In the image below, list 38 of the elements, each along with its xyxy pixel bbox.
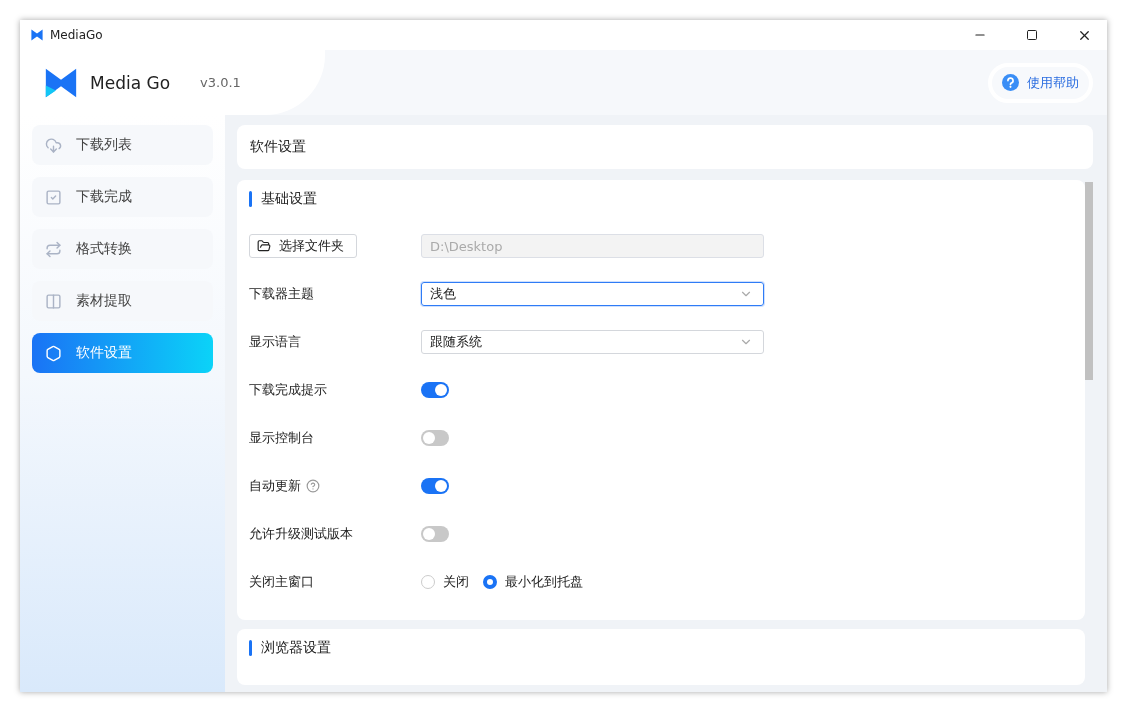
sidebar-item[interactable]: 下载完成 xyxy=(32,177,213,217)
section-title: 基础设置 xyxy=(261,190,317,208)
radio-option[interactable]: 最小化到托盘 xyxy=(483,573,583,591)
toggle-switch[interactable] xyxy=(421,382,449,398)
toggle-switch[interactable] xyxy=(421,478,449,494)
dropdown[interactable]: 浅色 xyxy=(421,282,764,306)
sidebar-icon xyxy=(45,136,62,154)
sidebar-icon xyxy=(45,188,62,206)
setting-label: 关闭主窗口 xyxy=(249,573,314,591)
folder-icon xyxy=(257,239,271,253)
toggle-switch[interactable] xyxy=(421,430,449,446)
toggle-switch[interactable] xyxy=(421,526,449,542)
page-title: 软件设置 xyxy=(237,125,1093,169)
help-button[interactable]: 使用帮助 xyxy=(988,62,1093,103)
setting-label: 下载完成提示 xyxy=(249,381,327,399)
app-logo-icon xyxy=(30,28,44,42)
scrollbar-thumb[interactable] xyxy=(1085,182,1093,380)
setting-label: 显示控制台 xyxy=(249,429,314,447)
sidebar-icon xyxy=(45,240,62,258)
radio-option[interactable]: 关闭 xyxy=(421,573,469,591)
radio-button[interactable] xyxy=(421,575,435,589)
window-title: MediaGo xyxy=(50,28,104,42)
section-title: 浏览器设置 xyxy=(261,639,331,657)
app-name: Media Go xyxy=(90,72,171,93)
radio-button[interactable] xyxy=(483,575,497,589)
setting-label: 显示语言 xyxy=(249,333,301,351)
sidebar-icon xyxy=(45,344,62,362)
app-logo-icon xyxy=(44,66,78,99)
setting-label: 允许升级测试版本 xyxy=(249,525,353,543)
setting-label: 下载器主题 xyxy=(249,285,314,303)
sidebar-icon xyxy=(45,292,62,310)
setting-label: 自动更新 xyxy=(249,477,301,495)
help-icon[interactable] xyxy=(306,479,320,493)
maximize-icon xyxy=(1026,29,1038,41)
version-label: v3.0.1 xyxy=(200,75,241,90)
sidebar-item[interactable]: 下载列表 xyxy=(32,125,213,165)
help-icon xyxy=(1002,74,1019,91)
dropdown[interactable]: 跟随系统 xyxy=(421,330,764,354)
